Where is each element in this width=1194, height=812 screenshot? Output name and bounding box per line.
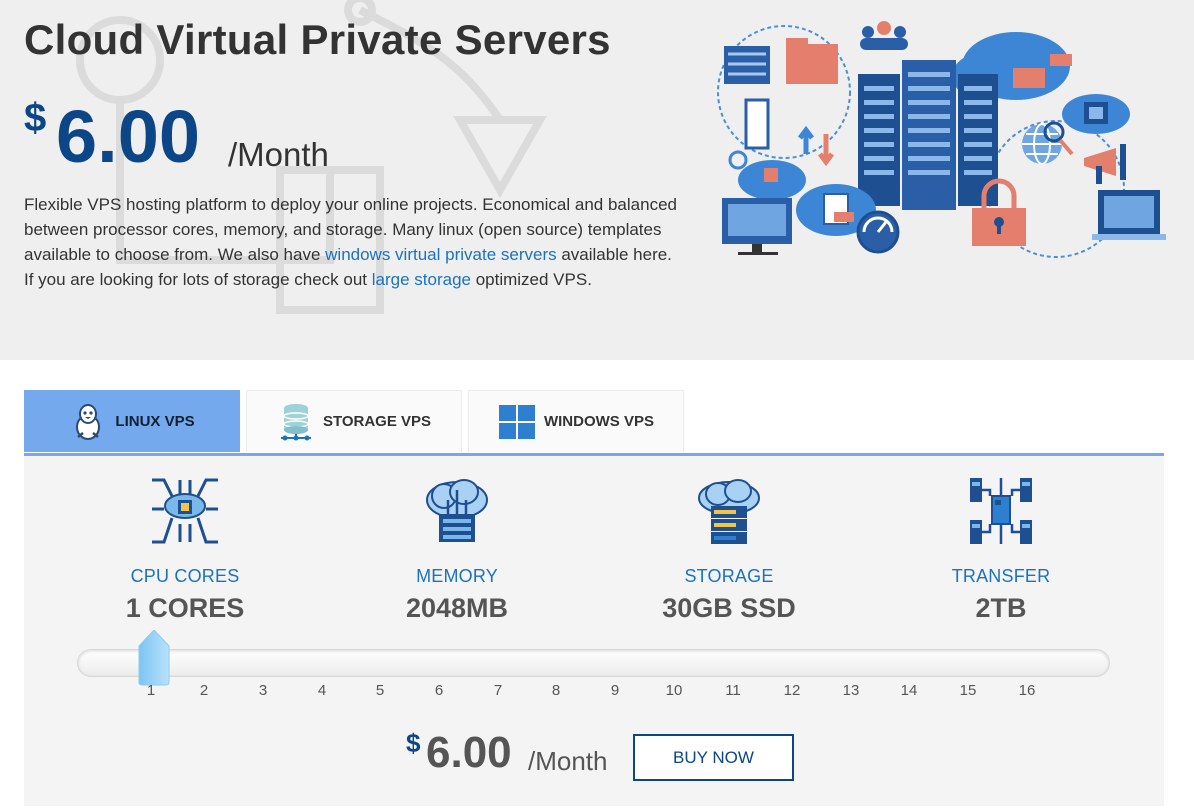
cpu-chip-icon: [152, 478, 218, 544]
feature-value: 30GB SSD: [662, 593, 796, 623]
large-storage-link[interactable]: large storage: [372, 270, 471, 289]
cloud-servers-illustration: [717, 21, 1166, 258]
feature-value: 1 CORES: [125, 593, 245, 623]
feature-value: 2048MB: [405, 593, 509, 623]
slider-tick-label[interactable]: 1: [136, 682, 166, 699]
slider-tick-label[interactable]: 11: [718, 682, 748, 699]
tab-linux-vps[interactable]: LINUX VPS: [24, 390, 240, 452]
slider-tick-label[interactable]: 2: [189, 682, 219, 699]
feature-label: STORAGE: [684, 566, 774, 586]
windows-logo-icon: [498, 404, 535, 439]
slider-tick-label[interactable]: 7: [483, 682, 513, 699]
hero-price-period: /Month: [228, 136, 329, 173]
plan-price-currency: $: [406, 728, 421, 758]
plan-slider-handle[interactable]: [138, 630, 170, 686]
linux-vps-panel: CPU CORES 1 CORES MEMORY 2048MB STORAGE …: [24, 456, 1164, 806]
feature-label: TRANSFER: [951, 566, 1051, 586]
feature-memory: MEMORY 2048MB: [357, 476, 557, 624]
hero-price-amount: 6.00: [56, 95, 201, 178]
slider-tick-label[interactable]: 5: [365, 682, 395, 699]
slider-tick-label[interactable]: 14: [894, 682, 924, 699]
feature-transfer: TRANSFER 2TB: [901, 476, 1101, 624]
page-title: Cloud Virtual Private Servers: [24, 16, 611, 63]
slider-tick-label[interactable]: 16: [1012, 682, 1042, 699]
slider-tick-label[interactable]: 13: [836, 682, 866, 699]
buy-now-button[interactable]: BUY NOW: [633, 734, 794, 781]
tab-windows-vps[interactable]: WINDOWS VPS: [468, 390, 684, 452]
slider-tick-label[interactable]: 10: [659, 682, 689, 699]
feature-label: MEMORY: [416, 566, 498, 586]
feature-cpu-cores: CPU CORES 1 CORES: [85, 476, 285, 624]
cloud-storage-icon: [698, 479, 760, 544]
hero-section: Cloud Virtual Private Servers $ 6.00 /Mo…: [0, 0, 1194, 360]
cloud-memory-icon: [426, 479, 488, 542]
hero-desc-text-3: optimized VPS.: [470, 270, 592, 289]
hero-price-currency: $: [24, 96, 47, 140]
plan-slider-ticks: 1 2 3 4 5 6 7 8 9 10 11 12 13 14 15 16: [24, 682, 1164, 702]
transfer-network-icon: [970, 478, 1032, 544]
slider-tick-label[interactable]: 3: [248, 682, 278, 699]
slider-tick-label[interactable]: 12: [777, 682, 807, 699]
feature-storage: STORAGE 30GB SSD: [629, 476, 829, 624]
linux-penguin-icon: [76, 403, 101, 440]
feature-label: CPU CORES: [130, 566, 240, 586]
tab-label: STORAGE VPS: [322, 413, 432, 430]
slider-tick-label[interactable]: 6: [424, 682, 454, 699]
plan-price-amount: 6.00: [426, 728, 512, 777]
slider-tick-label[interactable]: 9: [600, 682, 630, 699]
tab-label: WINDOWS VPS: [543, 413, 654, 430]
vps-type-tabs: LINUX VPS STORAGE VPS WINDOWS VPS: [24, 390, 1164, 454]
slider-tick-label[interactable]: 8: [541, 682, 571, 699]
tab-label: LINUX VPS: [115, 413, 195, 430]
plan-slider-track[interactable]: [77, 649, 1110, 677]
slider-tick-label[interactable]: 4: [307, 682, 337, 699]
slider-tick-label[interactable]: 15: [953, 682, 983, 699]
windows-vps-link[interactable]: windows virtual private servers: [325, 245, 556, 264]
hero-description: Flexible VPS hosting platform to deploy …: [24, 192, 684, 292]
tab-storage-vps[interactable]: STORAGE VPS: [246, 390, 462, 452]
database-icon: [280, 403, 311, 440]
plan-price-period: /Month: [528, 746, 608, 776]
feature-value: 2TB: [975, 593, 1027, 623]
